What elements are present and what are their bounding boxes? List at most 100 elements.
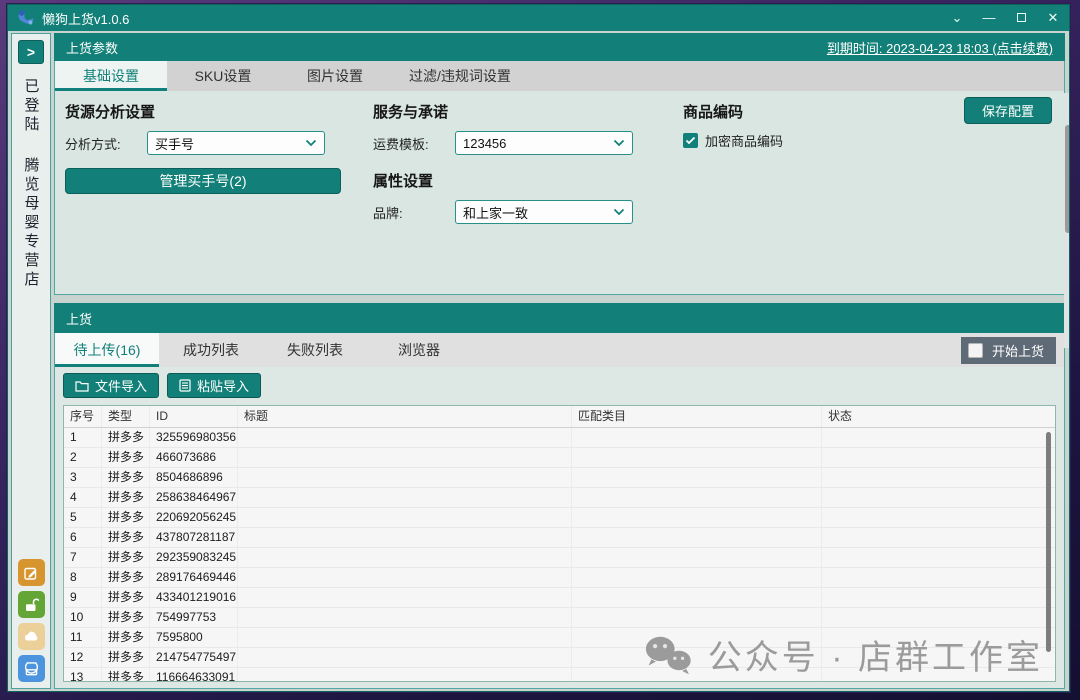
params-tab-bar: 基础设置 SKU设置 图片设置 过滤/违规词设置 [55,61,1064,91]
table-row[interactable]: 7拼多多292359083245 [64,548,1055,568]
sidebar-collapse-button[interactable]: > [18,40,44,64]
encrypt-code-checkbox[interactable] [683,133,698,148]
table-cell [822,568,1055,587]
outer-scrollbar-thumb[interactable] [1065,125,1069,233]
window-title: 懒狗上货v1.0.6 [42,9,129,28]
table-row[interactable]: 3拼多多8504686896 [64,468,1055,488]
start-upload-label: 开始上货 [992,341,1044,360]
table-header-row: 序号类型ID标题匹配类目状态 [64,406,1055,428]
analysis-method-select[interactable]: 买手号 [147,131,325,155]
table-cell: 7 [64,548,102,567]
table-cell [822,588,1055,607]
table-row[interactable]: 10拼多多754997753 [64,608,1055,628]
table-cell: 7595800 [150,628,238,647]
maximize-icon[interactable] [1013,10,1029,26]
analysis-method-label: 分析方式: [65,134,147,153]
table-cell [822,468,1055,487]
table-cell: 466073686 [150,448,238,467]
tab-image-settings[interactable]: 图片设置 [279,61,391,91]
table-scrollbar-thumb[interactable] [1046,432,1051,652]
table-cell: 拼多多 [102,508,150,527]
table-cell [238,548,572,567]
table-cell: 5 [64,508,102,527]
tab-sku-settings[interactable]: SKU设置 [167,61,279,91]
close-icon[interactable]: ✕ [1045,10,1061,26]
tab-browser[interactable]: 浏览器 [367,333,471,367]
chevron-down-icon [613,139,625,147]
brand-select[interactable]: 和上家一致 [455,200,633,224]
column-header[interactable]: ID [150,406,238,427]
table-cell [238,488,572,507]
params-header-title: 上货参数 [66,38,118,57]
cloud-icon[interactable] [18,623,45,650]
minimize-icon[interactable]: — [981,10,997,26]
table-cell [822,488,1055,507]
table-cell [238,648,572,667]
unlock-icon[interactable] [18,591,45,618]
column-header[interactable]: 序号 [64,406,102,427]
brand-value: 和上家一致 [463,203,528,222]
start-upload-toggle[interactable]: 开始上货 [961,337,1056,364]
table-cell: 拼多多 [102,468,150,487]
table-row[interactable]: 11拼多多7595800 [64,628,1055,648]
column-header[interactable]: 标题 [238,406,572,427]
table-cell [572,608,822,627]
table-cell: 116664633091 [150,668,238,682]
table-row[interactable]: 13拼多多116664633091 [64,668,1055,682]
table-cell [572,588,822,607]
save-config-button[interactable]: 保存配置 [964,97,1052,124]
manage-buyer-accounts-button[interactable]: 管理买手号(2) [65,168,341,194]
tab-success-list[interactable]: 成功列表 [159,333,263,367]
outer-scrollbar[interactable] [1064,93,1069,348]
table-row[interactable]: 4拼多多258638464967 [64,488,1055,508]
freight-template-select[interactable]: 123456 [455,131,633,155]
brand-label: 品牌: [373,203,455,222]
column-header[interactable]: 类型 [102,406,150,427]
paste-import-label: 粘贴导入 [197,376,249,395]
service-section-title: 服务与承诺 [373,101,663,122]
table-cell [822,668,1055,682]
file-import-button[interactable]: 文件导入 [63,373,159,398]
chevron-down-icon[interactable]: ⌄ [949,10,965,26]
table-cell: 10 [64,608,102,627]
shop-icon[interactable] [18,655,45,682]
table-cell [572,528,822,547]
table-cell: 拼多多 [102,668,150,682]
table-row[interactable]: 5拼多多220692056245 [64,508,1055,528]
tab-pending-upload[interactable]: 待上传(16) [55,333,159,367]
tab-failed-list[interactable]: 失败列表 [263,333,367,367]
upload-header-bar: 上货 [54,303,1065,333]
tab-basic-settings[interactable]: 基础设置 [55,61,167,91]
table-cell [572,648,822,667]
params-panel: 基础设置 SKU设置 图片设置 过滤/违规词设置 货源分析设置 分析方式: 买手… [54,61,1065,295]
tab-filter-settings[interactable]: 过滤/违规词设置 [391,61,529,91]
table-cell: 6 [64,528,102,547]
table-row[interactable]: 8拼多多289176469446 [64,568,1055,588]
expire-link[interactable]: 到期时间: 2023-04-23 18:03 (点击续费) [827,38,1053,57]
table-cell: 拼多多 [102,648,150,667]
table-cell: 9 [64,588,102,607]
table-cell: 拼多多 [102,448,150,467]
table-cell: 258638464967 [150,488,238,507]
table-cell [822,548,1055,567]
upload-panel: 待上传(16) 成功列表 失败列表 浏览器 开始上货 文件导入 [54,333,1065,689]
table-row[interactable]: 1拼多多325596980356 [64,428,1055,448]
paste-import-button[interactable]: 粘贴导入 [167,373,261,398]
column-header[interactable]: 状态 [822,406,1055,427]
table-row[interactable]: 9拼多多433401219016 [64,588,1055,608]
table-row[interactable]: 6拼多多437807281187 [64,528,1055,548]
edit-icon[interactable] [18,559,45,586]
app-logo-icon [16,9,36,27]
start-upload-checkbox[interactable] [968,343,983,358]
table-cell [572,568,822,587]
table-row[interactable]: 2拼多多466073686 [64,448,1055,468]
table-cell [238,668,572,682]
freight-template-label: 运费模板: [373,134,455,153]
column-header[interactable]: 匹配类目 [572,406,822,427]
table-cell: 433401219016 [150,588,238,607]
table-body: 1拼多多3255969803562拼多多4660736863拼多多8504686… [64,428,1055,682]
table-cell [572,448,822,467]
table-cell: 2 [64,448,102,467]
params-header-bar: 上货参数 到期时间: 2023-04-23 18:03 (点击续费) [54,33,1065,61]
table-row[interactable]: 12拼多多214754775497 [64,648,1055,668]
